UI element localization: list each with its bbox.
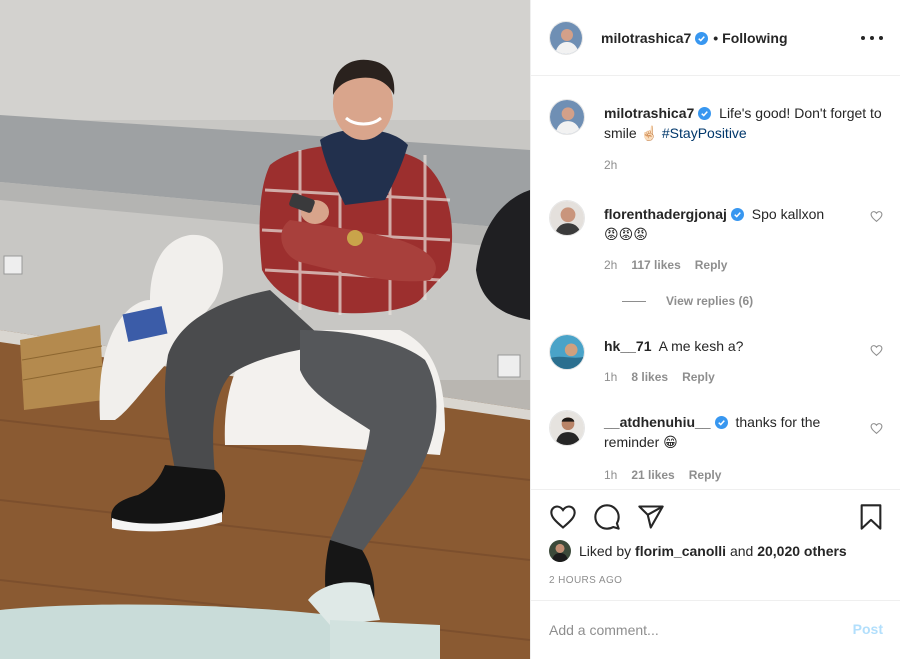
- verified-icon: [730, 208, 744, 221]
- bookmark-icon[interactable]: [857, 503, 885, 531]
- verified-icon: [698, 107, 712, 120]
- liked-by-others-link[interactable]: 20,020 others: [757, 543, 847, 559]
- caption-username[interactable]: milotrashica7: [604, 105, 712, 121]
- comments-list[interactable]: milotrashica7 Life's good! Don't forget …: [531, 77, 900, 489]
- view-replies-button[interactable]: View replies (6): [622, 294, 753, 308]
- commenter-username[interactable]: hk__71: [604, 338, 651, 354]
- caption-username-text[interactable]: milotrashica7: [604, 105, 694, 121]
- liked-by-user-link[interactable]: florim_canolli: [635, 543, 726, 559]
- comment-meta: 1h 21 likes Reply: [604, 468, 721, 482]
- comment-meta: 2h 117 likes Reply: [604, 258, 727, 272]
- post-photo[interactable]: [0, 0, 530, 659]
- caption: milotrashica7 Life's good! Don't forget …: [549, 99, 883, 179]
- post-comment-button[interactable]: Post: [853, 621, 883, 637]
- comment-emoji: 😁: [663, 434, 678, 450]
- commenter-username[interactable]: florenthadergjonaj: [604, 206, 744, 222]
- comment-timestamp[interactable]: 1h: [604, 468, 617, 482]
- comment-reply-button[interactable]: Reply: [689, 468, 722, 482]
- verified-icon: [714, 416, 728, 429]
- commenter-avatar[interactable]: [549, 334, 585, 370]
- commenter-username-text[interactable]: __atdhenuhiu__: [604, 414, 711, 430]
- liked-by-text: Liked by florim_canolli and 20,020 other…: [579, 543, 847, 559]
- author-username[interactable]: milotrashica7: [601, 30, 709, 46]
- liked-by-joiner: and: [729, 543, 754, 559]
- separator-dot: •: [713, 29, 719, 46]
- comment-like-heart-icon[interactable]: [870, 344, 883, 357]
- post-photo-illustration: [0, 0, 530, 659]
- commenter-avatar[interactable]: [549, 410, 585, 446]
- author-avatar[interactable]: [549, 99, 585, 135]
- comment-likes-count[interactable]: 21 likes: [631, 468, 674, 482]
- post-actions: Liked by florim_canolli and 20,020 other…: [531, 489, 900, 599]
- comment-likes-count[interactable]: 8 likes: [631, 370, 668, 384]
- post-header: milotrashica7 • Following: [531, 0, 900, 76]
- caption-hashtag-link[interactable]: #StayPositive: [662, 125, 747, 141]
- caption-timestamp[interactable]: 2h: [604, 158, 617, 172]
- liked-by-prefix: Liked by: [579, 543, 632, 559]
- author-avatar[interactable]: [549, 20, 583, 55]
- comment-body: Spo kallxon: [751, 206, 825, 222]
- comment-body: A me kesh a?: [658, 338, 744, 354]
- comment-text: hk__71 A me kesh a?: [604, 336, 851, 356]
- comment-input[interactable]: [549, 619, 829, 641]
- follow-status-button[interactable]: Following: [722, 30, 787, 46]
- commenter-username-text[interactable]: florenthadergjonaj: [604, 206, 727, 222]
- comment-reply-button[interactable]: Reply: [695, 258, 728, 272]
- comment-meta: 1h 8 likes Reply: [604, 370, 715, 384]
- liked-by-row: Liked by florim_canolli and 20,020 other…: [549, 540, 847, 562]
- comment-item: hk__71 A me kesh a? 1h 8 likes Reply: [549, 334, 883, 394]
- comment-text: florenthadergjonaj Spo kallxon 😡😡😡: [604, 204, 851, 244]
- caption-text: milotrashica7 Life's good! Don't forget …: [604, 103, 883, 143]
- comment-like-heart-icon[interactable]: [870, 422, 883, 435]
- comment-emoji: 😡😡😡: [604, 226, 648, 242]
- view-replies-label[interactable]: View replies (6): [666, 294, 753, 308]
- heart-icon[interactable]: [549, 503, 577, 531]
- comment-timestamp[interactable]: 1h: [604, 370, 617, 384]
- more-options-icon[interactable]: [861, 28, 883, 48]
- comment-item: florenthadergjonaj Spo kallxon 😡😡😡 2h 11…: [549, 200, 883, 310]
- comment-reply-button[interactable]: Reply: [682, 370, 715, 384]
- comment-timestamp[interactable]: 2h: [604, 258, 617, 272]
- comment-item: __atdhenuhiu__ thanks for the reminder 😁…: [549, 410, 883, 489]
- post-timestamp[interactable]: 2 HOURS AGO: [549, 575, 622, 586]
- comment-like-heart-icon[interactable]: [870, 210, 883, 223]
- comment-likes-count[interactable]: 117 likes: [631, 258, 680, 272]
- view-replies-line: [622, 300, 646, 302]
- commenter-avatar[interactable]: [549, 200, 585, 236]
- share-icon[interactable]: [637, 503, 665, 531]
- author-username-text[interactable]: milotrashica7: [601, 30, 691, 46]
- add-comment-bar: Post: [531, 600, 900, 659]
- post-side-panel: milotrashica7 • Following milotrashica7 …: [530, 0, 900, 659]
- commenter-username[interactable]: __atdhenuhiu__: [604, 414, 728, 430]
- comment-text: __atdhenuhiu__ thanks for the reminder 😁: [604, 412, 851, 452]
- liker-avatar[interactable]: [549, 540, 571, 562]
- comment-icon[interactable]: [593, 503, 621, 531]
- caption-meta: 2h: [604, 158, 617, 172]
- verified-icon: [695, 31, 709, 45]
